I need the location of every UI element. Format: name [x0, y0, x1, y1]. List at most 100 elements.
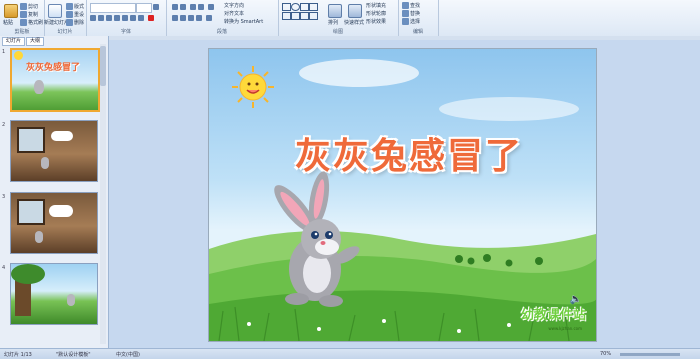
oval-shape-icon[interactable] [291, 3, 300, 11]
italic-icon[interactable] [98, 15, 104, 21]
zoom-level[interactable]: 70% [600, 351, 611, 357]
strikethrough-icon[interactable] [114, 15, 120, 21]
replace-button[interactable]: 替换 [402, 10, 420, 17]
shape-fill-button[interactable]: 形状填充 [366, 2, 386, 9]
logo-subtext: www.kjzhan.com [548, 326, 582, 331]
rectangle-shape-icon[interactable] [282, 3, 291, 11]
font-size-select[interactable] [136, 3, 152, 13]
thumbnail-scrollbar[interactable] [100, 44, 106, 344]
justify-icon[interactable] [196, 15, 202, 21]
line-shape-icon[interactable] [300, 3, 309, 11]
quick-styles-icon[interactable] [348, 4, 362, 18]
language-indicator: 中文(中国) [116, 352, 140, 358]
layout-icon [66, 3, 73, 10]
align-left-icon[interactable] [172, 15, 178, 21]
arrow-shape-icon[interactable] [309, 3, 318, 11]
speech-bubble [49, 205, 73, 217]
bold-icon[interactable] [90, 15, 96, 21]
layout-button[interactable]: 版式 [66, 3, 84, 10]
font-group: 字体 [86, 0, 167, 36]
editing-group-label: 编辑 [412, 29, 423, 35]
format-painter-button[interactable]: 格式刷 [20, 19, 43, 26]
find-button[interactable]: 查找 [402, 2, 420, 9]
editing-group: 查找 替换 选择 编辑 [398, 0, 439, 36]
sun-icon [232, 66, 274, 108]
shape-effects-button[interactable]: 形状效果 [366, 18, 386, 25]
tab-outline[interactable]: 大纲 [26, 37, 45, 46]
slides-group: 新建幻灯片 版式 重设 删除 幻灯片 [44, 0, 87, 36]
change-case-icon[interactable] [138, 15, 144, 21]
char-spacing-icon[interactable] [130, 15, 136, 21]
status-bar: 幻灯片 1/13 "默认设计模板" 中文(中国) 70% [0, 348, 700, 359]
text-direction-button[interactable]: 文字方向 [224, 2, 244, 9]
rabbit-figure [34, 80, 44, 94]
cut-button[interactable]: 剪切 [20, 3, 38, 10]
columns-icon[interactable] [206, 15, 212, 21]
slide-count: 幻灯片 1/13 [4, 352, 32, 358]
slide-thumbnail-panel: 幻灯片 大纲 1 灰灰兔感冒了 2 3 4 [0, 36, 109, 348]
speech-bubble [51, 131, 73, 141]
underline-icon[interactable] [106, 15, 112, 21]
line-spacing-icon[interactable] [208, 4, 214, 10]
slide-thumbnail-4[interactable] [10, 263, 98, 325]
binoculars-icon [402, 2, 409, 9]
quick-styles-button[interactable]: 快速样式 [344, 19, 364, 26]
slide-thumbnail-1[interactable]: 灰灰兔感冒了 [10, 48, 100, 112]
tree-canopy-figure [11, 264, 45, 284]
slide-canvas[interactable]: 灰灰兔感冒了 🔈 幼教课件站 www.kjzhan.com [208, 48, 597, 342]
reset-icon [66, 11, 73, 18]
new-slide-icon[interactable] [48, 4, 62, 18]
sun-icon [14, 51, 23, 60]
slides-group-label: 幻灯片 [57, 29, 73, 35]
paste-button[interactable]: 粘贴 [3, 19, 13, 26]
paragraph-group: 文字方向 对齐文本 转换为 SmartArt 段落 [166, 0, 279, 36]
panel-tabs: 幻灯片 大纲 [2, 37, 45, 46]
thumbnail-title: 灰灰兔感冒了 [26, 63, 81, 73]
clipboard-group: 粘贴 剪切 复制 格式刷 剪贴板 [0, 0, 45, 36]
shape-outline-button[interactable]: 形状轮廓 [366, 10, 386, 17]
align-right-icon[interactable] [188, 15, 194, 21]
align-center-icon[interactable] [180, 15, 186, 21]
font-name-select[interactable] [90, 3, 136, 13]
tab-slides[interactable]: 幻灯片 [2, 37, 26, 46]
reset-button[interactable]: 重设 [66, 11, 84, 18]
scissors-icon [20, 3, 27, 10]
thumbnail-number: 1 [2, 49, 6, 55]
drawing-group: 排列 快速样式 形状填充 形状轮廓 形状效果 绘图 [278, 0, 399, 36]
font-group-label: 字体 [120, 29, 131, 35]
font-color-icon[interactable] [148, 15, 154, 21]
top-ruler [108, 36, 700, 40]
slide-thumbnail-3[interactable] [10, 192, 98, 254]
select-button[interactable]: 选择 [402, 18, 420, 25]
smartart-button[interactable]: 转换为 SmartArt [224, 18, 263, 25]
star-shape-icon[interactable] [291, 12, 300, 20]
cursor-icon [402, 18, 409, 25]
scrollbar-thumb[interactable] [100, 46, 106, 86]
clipboard-group-label: 剪贴板 [14, 29, 30, 35]
drawing-group-label: 绘图 [332, 29, 343, 35]
ribbon: 粘贴 剪切 复制 格式刷 剪贴板 新建幻灯片 版式 重设 删除 幻灯片 字体 文… [0, 0, 700, 37]
align-text-button[interactable]: 对齐文本 [224, 10, 244, 17]
decrease-indent-icon[interactable] [190, 4, 196, 10]
arrange-button[interactable]: 排列 [328, 19, 338, 26]
paragraph-group-label: 段落 [216, 29, 227, 35]
delete-icon [66, 19, 73, 26]
theme-name: "默认设计模板" [56, 352, 91, 358]
slide-thumbnail-2[interactable] [10, 120, 98, 182]
paste-icon[interactable] [4, 4, 18, 18]
numbering-icon[interactable] [180, 4, 186, 10]
delete-button[interactable]: 删除 [66, 19, 84, 26]
increase-indent-icon[interactable] [198, 4, 204, 10]
copy-button[interactable]: 复制 [20, 11, 38, 18]
grow-font-icon[interactable] [153, 4, 159, 10]
rabbit-figure [35, 231, 43, 243]
rabbit-figure [274, 171, 360, 307]
window-figure [17, 127, 45, 153]
callout-shape-icon[interactable] [300, 12, 309, 20]
shadow-icon[interactable] [122, 15, 128, 21]
triangle-shape-icon[interactable] [282, 12, 291, 20]
brace-shape-icon[interactable] [309, 12, 318, 20]
bullets-icon[interactable] [172, 4, 178, 10]
zoom-slider[interactable] [620, 353, 680, 356]
arrange-icon[interactable] [328, 4, 342, 18]
